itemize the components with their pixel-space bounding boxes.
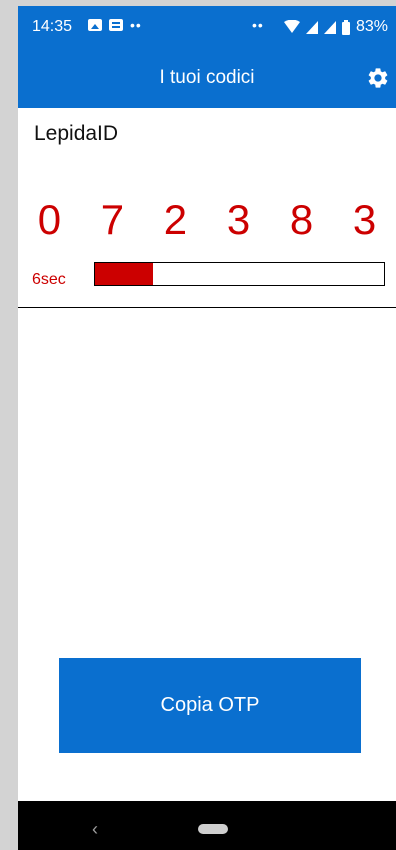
- page-title: I tuoi codici: [159, 67, 255, 88]
- app-bar: I tuoi codici: [18, 48, 396, 108]
- timer-label: 6sec: [32, 271, 66, 288]
- home-pill-icon[interactable]: [198, 824, 228, 834]
- message-icon: [109, 19, 123, 31]
- signal-icon: [323, 20, 336, 34]
- copy-otp-button[interactable]: Copia OTP: [59, 658, 361, 753]
- battery-icon: [341, 19, 350, 35]
- wifi-icon: [283, 20, 300, 33]
- back-chevron-icon[interactable]: ‹: [92, 819, 98, 840]
- status-time: 14:35: [32, 18, 73, 35]
- divider: [18, 307, 396, 308]
- notification-icons: ••: [88, 17, 142, 33]
- system-icons: 83%: [283, 6, 388, 48]
- otp-code: 0 7 2 3 8 3: [37, 196, 391, 243]
- battery-level: 83%: [355, 18, 388, 35]
- more-dots-icon: ••: [252, 17, 264, 33]
- signal-icon: [305, 20, 318, 34]
- status-bar: 14:35 •• •• 83%: [18, 6, 396, 48]
- countdown-progress-bar: [94, 262, 385, 286]
- more-dots-icon: ••: [130, 17, 142, 33]
- countdown-progress-fill: [95, 263, 153, 285]
- gear-icon[interactable]: [366, 66, 390, 90]
- app-screen: 14:35 •• •• 83% I tuoi codici LepidaID 0…: [18, 6, 396, 850]
- image-icon: [88, 19, 102, 31]
- navigation-bar: ‹: [18, 801, 396, 850]
- account-name: LepidaID: [34, 122, 119, 145]
